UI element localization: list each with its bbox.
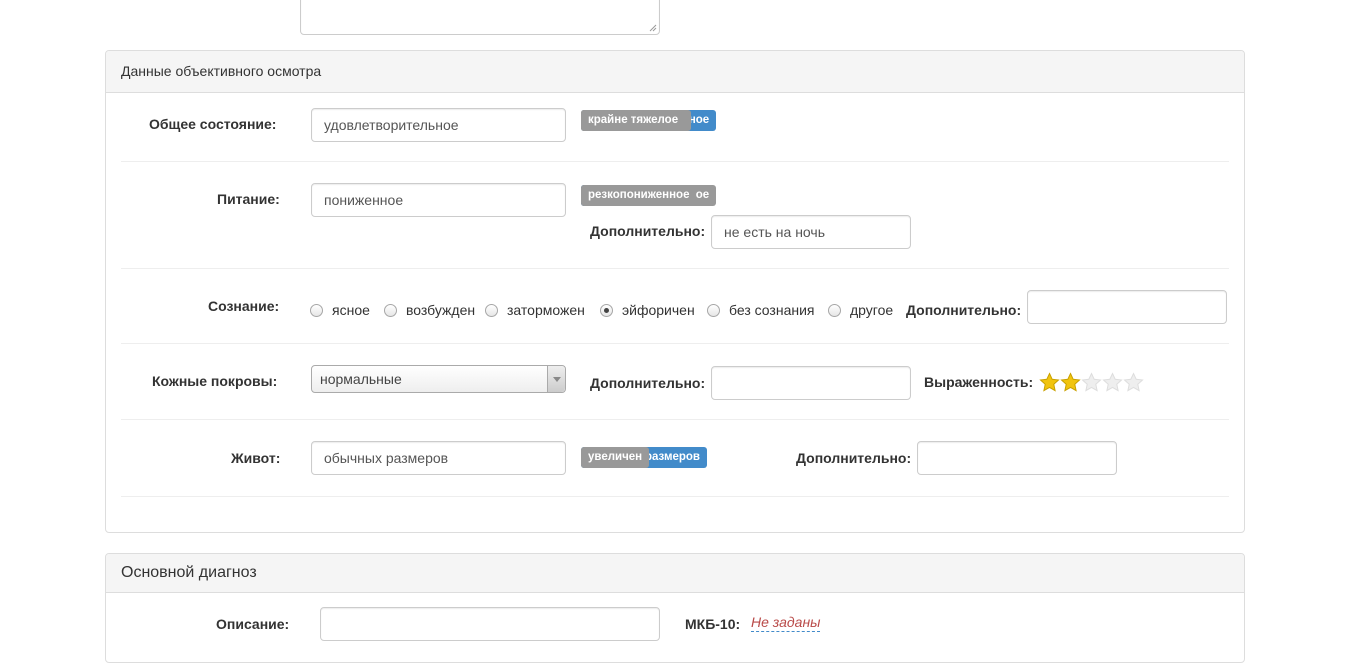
nutrition-input[interactable]: пониженное [311, 183, 566, 217]
icd-label: МКБ-10: [685, 616, 741, 632]
radio-button[interactable] [600, 303, 613, 317]
previous-textarea[interactable] [300, 0, 660, 35]
star-icon[interactable] [1081, 372, 1102, 393]
consciousness-label: Сознание: [208, 298, 280, 314]
abdomen-label: Живот: [231, 450, 281, 466]
star-icon[interactable] [1060, 372, 1081, 393]
option-badge[interactable]: резкопониженное [581, 185, 697, 206]
skin-select-value: нормальные [320, 371, 402, 387]
skin-extra-input[interactable] [711, 366, 911, 400]
diagnosis-panel-title: Основной диагноз [106, 554, 1244, 593]
radio-button[interactable] [485, 303, 498, 317]
consciousness-option[interactable]: возбужден [384, 300, 475, 320]
divider [121, 343, 1229, 344]
radio-button[interactable] [310, 303, 323, 317]
abdomen-extra-label: Дополнительно: [796, 450, 912, 466]
radio-label: без сознания [729, 302, 815, 318]
radio-button[interactable] [384, 303, 397, 317]
consciousness-option[interactable]: без сознания [707, 300, 815, 320]
resize-grip-icon[interactable] [649, 24, 657, 32]
nutrition-extra-label: Дополнительно: [590, 223, 706, 239]
consciousness-option[interactable]: эйфоричен [600, 300, 695, 320]
exam-panel: Данные объективного осмотра Общее состоя… [105, 50, 1245, 533]
icd-link[interactable]: Не заданы [751, 614, 821, 632]
star-icon[interactable] [1102, 372, 1123, 393]
divider [121, 268, 1229, 269]
star-icon[interactable] [1123, 372, 1144, 393]
chevron-down-icon[interactable] [547, 366, 565, 392]
abdomen-input[interactable]: обычных размеров [311, 441, 566, 475]
option-badge[interactable]: увеличен [581, 447, 650, 468]
skin-select[interactable]: нормальные [311, 365, 566, 393]
severity-rating[interactable] [1039, 372, 1144, 393]
abdomen-extra-input[interactable] [917, 441, 1117, 475]
radio-button[interactable] [828, 303, 841, 317]
skin-label: Кожные покровы: [152, 373, 278, 389]
option-badge[interactable]: крайне тяжелое [581, 110, 686, 131]
radio-selected-dot [604, 307, 609, 313]
consciousness-option[interactable]: другое [828, 300, 893, 320]
consciousness-option[interactable]: ясное [310, 300, 370, 320]
divider [121, 161, 1229, 162]
star-icon[interactable] [1039, 372, 1060, 393]
description-label: Описание: [216, 616, 290, 632]
radio-label: возбужден [406, 302, 476, 318]
consciousness-extra-input[interactable] [1027, 290, 1227, 324]
diagnosis-panel: Основной диагноз Описание: МКБ-10: Не за… [105, 553, 1245, 663]
divider [121, 496, 1229, 497]
consciousness-extra-label: Дополнительно: [906, 302, 1022, 318]
divider [121, 419, 1229, 420]
severity-label: Выраженность: [924, 374, 1034, 390]
nutrition-label: Питание: [217, 191, 280, 207]
radio-label: другое [850, 302, 894, 318]
exam-panel-title: Данные объективного осмотра [106, 51, 1244, 93]
description-input[interactable] [320, 607, 660, 641]
radio-label: эйфоричен [622, 302, 695, 318]
nutrition-extra-input[interactable]: не есть на ночь [711, 215, 911, 249]
skin-extra-label: Дополнительно: [590, 375, 706, 391]
consciousness-radio-group: ясное возбужден заторможен эйфоричен без соз… [310, 300, 910, 320]
radio-label: ясное [332, 302, 370, 318]
general-input[interactable]: удовлетворительное [311, 108, 566, 142]
consciousness-option[interactable]: заторможен [485, 300, 585, 320]
general-label: Общее состояние: [149, 116, 277, 132]
radio-button[interactable] [707, 303, 720, 317]
radio-label: заторможен [507, 302, 585, 318]
